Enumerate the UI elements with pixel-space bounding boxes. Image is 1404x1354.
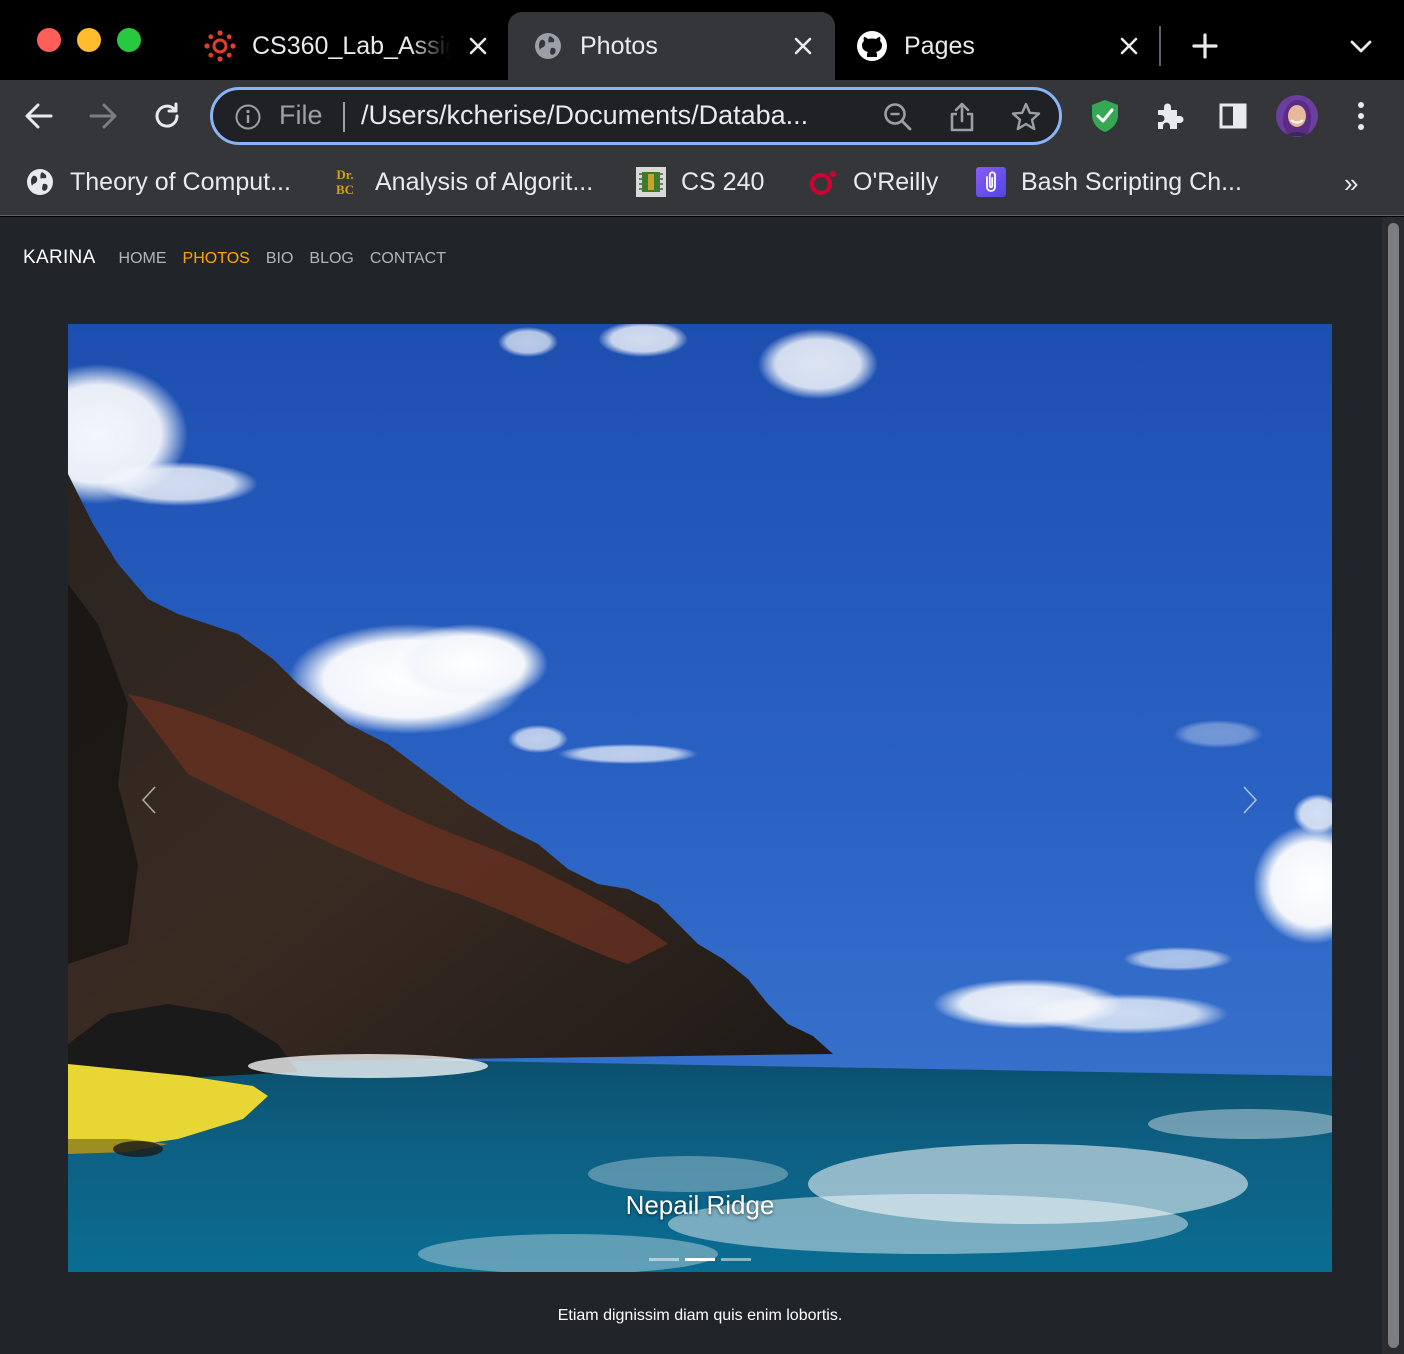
chevron-down-icon	[1350, 40, 1372, 53]
bookmark-label: Theory of Comput...	[70, 167, 291, 196]
close-tab-icon[interactable]	[464, 32, 492, 60]
tab-photos[interactable]: Photos	[508, 12, 835, 80]
zoom-icon[interactable]	[881, 100, 915, 134]
share-icon[interactable]	[945, 100, 979, 134]
chevron-right-icon	[1243, 786, 1258, 814]
carousel-prev-button[interactable]	[134, 782, 164, 818]
shield-extension-button[interactable]	[1083, 94, 1127, 138]
bookmark-label: CS 240	[681, 167, 765, 196]
extensions-button[interactable]	[1147, 94, 1191, 138]
nav-blog[interactable]: BLOG	[309, 250, 353, 268]
avatar-icon	[1276, 95, 1318, 137]
address-bar[interactable]: File /Users/kcherise/Documents/Databa...	[210, 87, 1062, 145]
dr-bc-icon: Dr. BC	[329, 166, 361, 198]
tab-separator	[1159, 26, 1161, 66]
carousel-indicators	[68, 1258, 1332, 1261]
page-scrollbar[interactable]	[1382, 217, 1404, 1354]
tab-strip: CS360_Lab_Assignment Photos Pages	[0, 0, 1404, 80]
maximize-window-button[interactable]	[117, 28, 141, 52]
bookmark-theory-of-computation[interactable]: Theory of Comput...	[24, 162, 291, 202]
bookmark-label: Bash Scripting Ch...	[1021, 167, 1242, 196]
chip-icon	[635, 166, 667, 198]
bookmark-cs-240[interactable]: CS 240	[635, 162, 764, 202]
bookmarks-bar: Theory of Comput... Dr. BC Analysis of Al…	[0, 152, 1404, 216]
close-window-button[interactable]	[37, 28, 61, 52]
bookmark-bash-scripting[interactable]: Bash Scripting Ch...	[975, 162, 1242, 202]
bookmark-analysis-of-algorithms[interactable]: Dr. BC Analysis of Algorit...	[329, 162, 593, 202]
nav-home[interactable]: HOME	[119, 250, 167, 268]
star-icon[interactable]	[1009, 100, 1043, 134]
plus-icon	[1192, 33, 1218, 59]
carousel-indicator-3[interactable]	[721, 1258, 751, 1261]
side-panel-icon	[1219, 103, 1247, 129]
carousel-description: Etiam dignissim diam quis enim lobortis.	[557, 1307, 843, 1324]
minimize-window-button[interactable]	[77, 28, 101, 52]
carousel-caption: Nepail Ridge	[625, 1190, 775, 1220]
tab-title: Photos	[580, 31, 658, 60]
tab-search-button[interactable]	[1344, 30, 1378, 64]
bookmarks-overflow-button[interactable]: »	[1344, 168, 1358, 199]
arrow-right-icon	[89, 103, 117, 129]
page-viewport: KARINA HOME PHOTOS BIO BLOG CONTACT Nepa…	[0, 217, 1404, 1354]
puzzle-icon	[1158, 103, 1184, 129]
close-tab-icon[interactable]	[1115, 32, 1143, 60]
reload-button[interactable]	[145, 94, 189, 138]
oreilly-icon	[807, 166, 839, 198]
new-tab-button[interactable]	[1186, 27, 1224, 65]
photo-carousel: Nepail Ridge	[68, 324, 1332, 1272]
url-text[interactable]: /Users/kcherise/Documents/Databa...	[361, 100, 808, 131]
bookmark-oreilly[interactable]: O'Reilly	[807, 162, 938, 202]
menu-button[interactable]	[1339, 94, 1383, 138]
side-panel-button[interactable]	[1211, 94, 1255, 138]
more-vertical-icon	[1358, 102, 1364, 130]
reload-icon	[155, 102, 179, 128]
browser-toolbar: File /Users/kcherise/Documents/Databa...	[0, 80, 1404, 152]
tab-title: CS360_Lab_Assignment	[252, 31, 450, 60]
profile-avatar[interactable]	[1275, 94, 1319, 138]
shield-icon	[1092, 100, 1118, 132]
github-icon	[856, 30, 888, 62]
nav-bio[interactable]: BIO	[266, 250, 294, 268]
scrollbar-thumb[interactable]	[1388, 223, 1399, 1348]
tab-cs360-lab[interactable]: CS360_Lab_Assignment	[190, 12, 506, 80]
chevron-left-icon	[141, 786, 156, 814]
back-button[interactable]	[17, 94, 61, 138]
site-brand[interactable]: KARINA	[23, 247, 96, 269]
globe-icon	[532, 30, 564, 62]
scheme-label: File	[279, 100, 323, 130]
tab-github-pages[interactable]: Pages	[842, 12, 1158, 80]
scheme-separator	[343, 102, 345, 132]
info-icon[interactable]	[235, 104, 261, 130]
carousel-photo	[68, 324, 1332, 1272]
forward-button[interactable]	[81, 94, 125, 138]
carousel-indicator-1[interactable]	[649, 1258, 679, 1261]
globe-icon	[24, 166, 56, 198]
site-navbar: KARINA HOME PHOTOS BIO BLOG CONTACT	[23, 247, 462, 269]
svg-text:BC: BC	[336, 182, 354, 197]
canvas-lms-icon	[204, 30, 236, 62]
close-tab-icon[interactable]	[789, 32, 817, 60]
nav-photos[interactable]: PHOTOS	[183, 250, 250, 268]
bookmark-label: Analysis of Algorit...	[375, 167, 594, 196]
svg-text:Dr.: Dr.	[336, 167, 353, 182]
tab-title: Pages	[904, 31, 975, 60]
arrow-left-icon	[25, 103, 53, 129]
carousel-next-button[interactable]	[1235, 782, 1265, 818]
bookmark-label: O'Reilly	[853, 167, 939, 196]
nav-contact[interactable]: CONTACT	[370, 250, 446, 268]
paperclip-icon	[975, 166, 1007, 198]
carousel-indicator-2[interactable]	[685, 1258, 715, 1261]
